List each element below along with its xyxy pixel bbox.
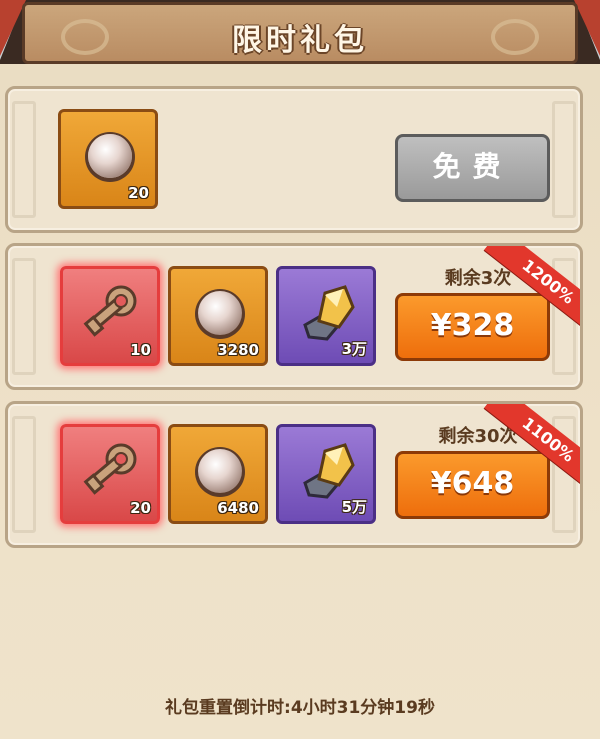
pearl-icon	[195, 447, 245, 497]
header-banner: 限时礼包	[22, 2, 578, 64]
item-quantity: 3280	[217, 341, 259, 359]
reset-countdown: 礼包重置倒计时:4小时31分钟19秒	[165, 698, 435, 718]
limited-gift-screen: 限时礼包 20 免费 10 3280 3万 剩余3次 ¥328 1200% 20…	[0, 0, 600, 739]
free-claim-button[interactable]: 免费	[395, 134, 550, 202]
page-title: 限时礼包	[232, 23, 368, 58]
key-icon	[83, 443, 137, 495]
reward-item-pearl[interactable]: 6480	[168, 424, 268, 524]
reward-item-crystal[interactable]: 3万	[276, 266, 376, 366]
pattern-decoration	[552, 101, 576, 218]
item-quantity: 10	[130, 341, 151, 359]
price-label: ¥328	[430, 308, 515, 343]
pearl-icon	[195, 289, 245, 339]
key-icon	[83, 285, 137, 337]
item-quantity: 20	[128, 184, 149, 202]
gift-pack-648: 20 6480 5万 剩余30次 ¥648 1100%	[5, 401, 583, 548]
button-label: 免费	[432, 150, 513, 183]
item-quantity: 20	[130, 499, 151, 517]
crystal-ore-icon	[303, 443, 355, 499]
gift-pack-328: 10 3280 3万 剩余3次 ¥328 1200%	[5, 243, 583, 390]
reward-item-key[interactable]: 20	[60, 424, 160, 524]
reward-item-crystal[interactable]: 5万	[276, 424, 376, 524]
crystal-ore-icon	[303, 285, 355, 341]
item-quantity: 3万	[341, 340, 367, 358]
pattern-decoration	[12, 416, 36, 533]
buy-button-328[interactable]: ¥328	[395, 293, 550, 361]
pattern-decoration	[12, 258, 36, 375]
item-quantity: 5万	[341, 498, 367, 516]
item-quantity: 6480	[217, 499, 259, 517]
reward-item-pearl[interactable]: 3280	[168, 266, 268, 366]
buy-button-648[interactable]: ¥648	[395, 451, 550, 519]
reward-item-pearl[interactable]: 20	[58, 109, 158, 209]
pearl-icon	[85, 132, 135, 182]
pattern-decoration	[12, 101, 36, 218]
reward-item-key[interactable]: 10	[60, 266, 160, 366]
gift-pack-free: 20 免费	[5, 86, 583, 233]
price-label: ¥648	[430, 466, 515, 501]
